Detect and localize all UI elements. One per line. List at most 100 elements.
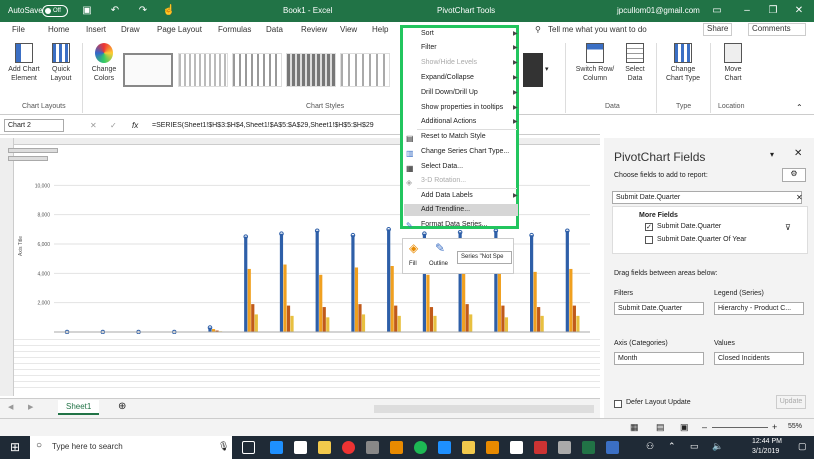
bar[interactable] xyxy=(247,268,251,332)
close-icon[interactable]: ✕ xyxy=(792,4,806,18)
app7-icon[interactable] xyxy=(558,441,571,454)
tab-review[interactable]: Review xyxy=(301,25,327,34)
bar[interactable] xyxy=(497,267,501,332)
field1-checkbox[interactable]: ✓ xyxy=(645,223,653,231)
add-sheet-icon[interactable]: ⊕ xyxy=(118,401,126,412)
bar[interactable] xyxy=(394,305,398,332)
microphone-icon[interactable]: 🎙 xyxy=(218,441,229,452)
clock-time[interactable]: 12:44 PM xyxy=(752,438,782,445)
enter-icon[interactable]: ✓ xyxy=(110,121,117,130)
select-data-button[interactable]: Select Data xyxy=(620,43,650,83)
chart-style-1[interactable] xyxy=(123,53,173,87)
filter-button[interactable] xyxy=(8,148,58,153)
tab-data[interactable]: Data xyxy=(266,25,283,34)
update-button[interactable]: Update xyxy=(776,395,806,409)
bar[interactable] xyxy=(279,233,284,332)
axis-field[interactable]: Month xyxy=(614,352,704,365)
outline-pen-icon[interactable]: ✎ xyxy=(435,241,449,255)
app-icon[interactable] xyxy=(366,441,379,454)
people-icon[interactable]: ⚇ xyxy=(646,441,654,452)
firefox-icon[interactable] xyxy=(390,441,403,454)
tab-help[interactable]: Help xyxy=(372,25,388,34)
tab-home[interactable]: Home xyxy=(48,25,69,34)
cancel-icon[interactable]: ✕ xyxy=(90,121,97,130)
menu-item-show-properties-in-tooltips[interactable]: Show properties in tooltips xyxy=(421,104,503,111)
field-search-input[interactable]: Submit Date.Quarter xyxy=(612,191,802,204)
gallery-more-icon[interactable]: ▾ xyxy=(545,65,549,73)
change-colors-button[interactable]: Change Colors xyxy=(88,43,120,83)
bar[interactable] xyxy=(569,268,573,332)
normal-view-icon[interactable]: ▦ xyxy=(630,422,639,433)
clock-date[interactable]: 3/1/2019 xyxy=(752,448,779,455)
bar[interactable] xyxy=(530,235,534,332)
prev-sheet-icon[interactable]: ◀ xyxy=(8,403,13,411)
field2-label[interactable]: Submit Date.Quarter Of Year xyxy=(657,236,747,243)
bar[interactable] xyxy=(319,274,323,332)
bar[interactable] xyxy=(397,315,401,332)
chart-style-2[interactable] xyxy=(178,53,228,87)
taskbar-search[interactable]: ○ Type here to search 🎙 xyxy=(30,436,232,459)
series-select[interactable]: Series "Not Spe xyxy=(457,251,512,264)
zoom-level[interactable]: 55% xyxy=(788,423,802,430)
chrome-icon[interactable] xyxy=(342,441,355,454)
fill-bucket-icon[interactable]: ◈ xyxy=(409,241,423,255)
menu-item-select-data[interactable]: Select Data... xyxy=(421,163,463,170)
touch-mode-icon[interactable]: ☝ xyxy=(162,4,176,18)
mail-icon[interactable] xyxy=(294,441,307,454)
menu-item-drill-down-drill-up[interactable]: Drill Down/Drill Up xyxy=(421,89,478,96)
filter-icon[interactable]: ⊽ xyxy=(785,223,791,232)
bar[interactable] xyxy=(290,315,294,332)
page-break-view-icon[interactable]: ▣ xyxy=(680,422,689,433)
menu-item-sort[interactable]: Sort xyxy=(421,30,434,37)
quick-layout-button[interactable]: Quick Layout xyxy=(46,43,76,83)
bar[interactable] xyxy=(326,317,330,332)
bar[interactable] xyxy=(387,229,391,332)
volume-icon[interactable]: 🔈 xyxy=(712,441,723,452)
user-account[interactable]: jpcullom01@gmail.com xyxy=(617,6,700,15)
collapse-ribbon-icon[interactable]: ⌃ xyxy=(796,103,803,112)
bar[interactable] xyxy=(283,264,287,332)
bar[interactable] xyxy=(351,235,355,332)
ribbon-display-icon[interactable]: ▭ xyxy=(710,4,724,18)
bar[interactable] xyxy=(540,315,544,332)
comments-button[interactable]: Comments xyxy=(748,23,806,36)
bar[interactable] xyxy=(244,236,248,332)
chart-style-5[interactable] xyxy=(340,53,390,87)
zoom-slider[interactable] xyxy=(712,427,768,428)
menu-item-add-data-labels[interactable]: Add Data Labels xyxy=(421,192,473,199)
excel-icon[interactable] xyxy=(582,441,595,454)
name-box[interactable]: Chart 2 xyxy=(4,119,64,132)
taskbar-search-input[interactable]: Type here to search xyxy=(52,442,123,451)
field2-checkbox[interactable] xyxy=(645,236,653,244)
chart-style-3[interactable] xyxy=(232,53,282,87)
menu-item-expand-collapse[interactable]: Expand/Collapse xyxy=(421,74,474,81)
save-icon[interactable]: ▣ xyxy=(80,4,94,18)
formula-input[interactable]: =SERIES(Sheet1!$H$3:$H$4,Sheet1!$A$5:$A$… xyxy=(152,122,400,129)
task-view-icon[interactable] xyxy=(242,441,255,454)
network-icon[interactable]: ▭ xyxy=(690,441,699,452)
pane-close-icon[interactable]: ✕ xyxy=(794,148,802,159)
undo-icon[interactable]: ↶ xyxy=(108,4,122,18)
minimize-icon[interactable]: – xyxy=(740,4,754,18)
bar[interactable] xyxy=(576,315,580,332)
bar[interactable] xyxy=(433,315,437,332)
filters-field[interactable]: Submit Date.Quarter xyxy=(614,302,704,315)
next-sheet-icon[interactable]: ▶ xyxy=(28,403,33,411)
tray-up-icon[interactable]: ⌃ xyxy=(668,441,676,452)
clear-search-icon[interactable]: ✕ xyxy=(796,193,803,202)
redo-icon[interactable]: ↷ xyxy=(136,4,150,18)
page-layout-view-icon[interactable]: ▤ xyxy=(656,422,665,433)
app2-icon[interactable] xyxy=(438,441,451,454)
menu-item-filter[interactable]: Filter xyxy=(421,44,437,51)
autosave-toggle[interactable]: Off xyxy=(42,5,68,17)
tab-file[interactable]: File xyxy=(12,25,25,34)
bar[interactable] xyxy=(426,274,430,332)
bar[interactable] xyxy=(572,305,576,332)
tab-insert[interactable]: Insert xyxy=(86,25,106,34)
bar[interactable] xyxy=(286,305,291,332)
bar[interactable] xyxy=(533,271,537,332)
bar[interactable] xyxy=(254,314,258,332)
move-chart-button[interactable]: Move Chart xyxy=(716,43,750,83)
horizontal-scrollbar[interactable] xyxy=(374,405,594,413)
app8-icon[interactable] xyxy=(606,441,619,454)
